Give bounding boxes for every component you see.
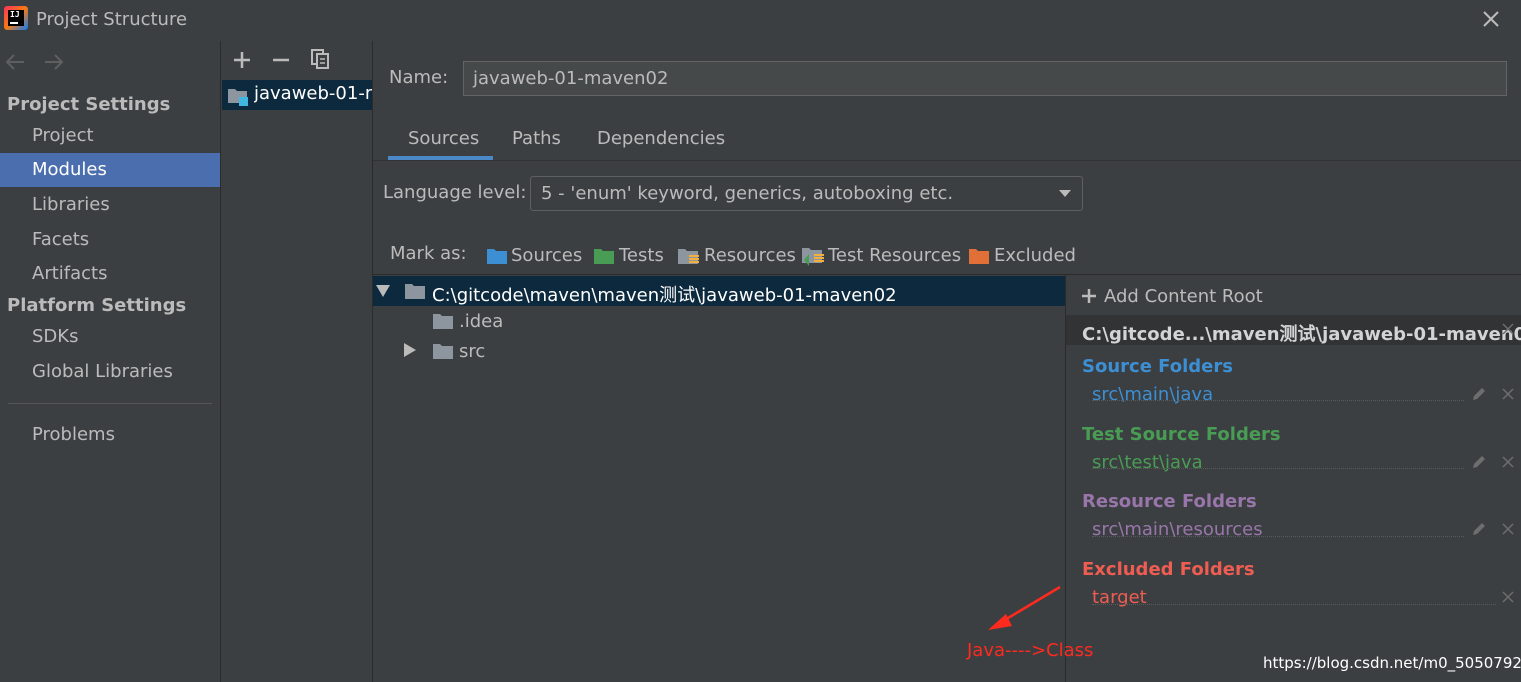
- platform-settings-header: Platform Settings: [7, 295, 187, 316]
- mark-excluded-button[interactable]: Excluded: [994, 245, 1076, 266]
- nav-item-artifacts[interactable]: Artifacts: [0, 257, 220, 291]
- copy-icon[interactable]: [310, 48, 330, 70]
- close-icon[interactable]: [1502, 456, 1514, 468]
- resource-folders-header: Resource Folders: [1082, 491, 1257, 512]
- add-icon[interactable]: [232, 50, 252, 70]
- forward-arrow-icon[interactable]: [43, 52, 65, 72]
- folder-icon: [433, 344, 453, 359]
- module-name-input[interactable]: javaweb-01-maven02: [463, 61, 1507, 96]
- expanded-triangle-icon[interactable]: [376, 285, 390, 297]
- mark-resources-button[interactable]: Resources: [704, 245, 796, 266]
- title-bar: [0, 0, 1521, 41]
- test-resources-folder-icon[interactable]: [802, 246, 826, 266]
- chevron-down-icon[interactable]: [1059, 190, 1071, 197]
- nav-item-modules[interactable]: Modules: [0, 153, 220, 187]
- tree-item-src[interactable]: src: [459, 341, 485, 362]
- language-level-label: Language level:: [383, 182, 527, 203]
- watermark: https://blog.csdn.net/m0_50507927: [1263, 654, 1521, 672]
- resources-folder-icon[interactable]: [678, 248, 700, 264]
- edit-icon[interactable]: [1471, 386, 1487, 402]
- language-level-select[interactable]: 5 - 'enum' keyword, generics, autoboxing…: [530, 176, 1083, 211]
- mark-test-resources-button[interactable]: Test Resources: [828, 245, 961, 266]
- sources-folder-icon[interactable]: [487, 248, 507, 264]
- nav-item-libraries[interactable]: Libraries: [0, 188, 220, 222]
- close-icon[interactable]: [1502, 388, 1514, 400]
- tests-folder-icon[interactable]: [594, 248, 614, 264]
- nav-item-problems[interactable]: Problems: [0, 418, 220, 452]
- edit-icon[interactable]: [1471, 521, 1487, 537]
- module-name: javaweb-01-maven02: [254, 83, 372, 104]
- tab-paths[interactable]: Paths: [512, 128, 561, 160]
- source-folders-header: Source Folders: [1082, 356, 1233, 377]
- excluded-folders-header: Excluded Folders: [1082, 559, 1255, 580]
- close-icon[interactable]: [1478, 6, 1504, 32]
- annotation-arrow-icon: [988, 585, 1061, 630]
- remove-icon[interactable]: [271, 50, 291, 70]
- mark-as-label: Mark as:: [390, 243, 467, 264]
- window-title: Project Structure: [36, 9, 188, 30]
- source-folder-entry: src\main\java: [1092, 384, 1214, 405]
- module-folder-icon: [228, 89, 248, 106]
- content-root-path: C:\gitcode...\maven测试\javaweb-01-maven02: [1082, 324, 1521, 345]
- annotation-text: Java---->Class: [967, 640, 1094, 661]
- divider: [1092, 468, 1464, 469]
- tree-root-path: C:\gitcode\maven\maven测试\javaweb-01-mave…: [432, 285, 897, 306]
- module-list-panel: [221, 41, 372, 682]
- nav-item-sdks[interactable]: SDKs: [0, 320, 220, 354]
- project-settings-header: Project Settings: [7, 94, 171, 115]
- tab-dependencies[interactable]: Dependencies: [597, 128, 725, 160]
- close-icon[interactable]: [1502, 523, 1514, 535]
- test-source-folder-entry: src\test\java: [1092, 452, 1203, 473]
- mark-sources-button[interactable]: Sources: [511, 245, 582, 266]
- divider: [1092, 400, 1464, 401]
- excluded-folder-icon[interactable]: [969, 248, 989, 264]
- back-arrow-icon[interactable]: [4, 52, 26, 72]
- mark-tests-button[interactable]: Tests: [619, 245, 664, 266]
- divider: [373, 160, 1521, 161]
- nav-item-facets[interactable]: Facets: [0, 223, 220, 257]
- close-icon[interactable]: [1502, 591, 1514, 603]
- add-content-root-button[interactable]: Add Content Root: [1104, 286, 1263, 307]
- intellij-logo-icon: IJ: [4, 6, 28, 30]
- nav-item-global-libraries[interactable]: Global Libraries: [0, 355, 220, 389]
- name-label: Name:: [389, 67, 449, 88]
- add-icon[interactable]: [1081, 288, 1097, 304]
- divider: [1092, 604, 1496, 605]
- divider: [1092, 536, 1464, 537]
- folder-icon: [405, 284, 425, 299]
- test-source-folders-header: Test Source Folders: [1082, 424, 1281, 445]
- tree-item-idea[interactable]: .idea: [459, 311, 503, 332]
- close-icon[interactable]: [1502, 323, 1514, 335]
- folder-tree: [373, 275, 1066, 682]
- divider: [8, 403, 212, 404]
- folder-icon: [433, 314, 453, 329]
- collapsed-triangle-icon[interactable]: [404, 343, 416, 357]
- edit-icon[interactable]: [1471, 454, 1487, 470]
- nav-item-project[interactable]: Project: [0, 119, 220, 153]
